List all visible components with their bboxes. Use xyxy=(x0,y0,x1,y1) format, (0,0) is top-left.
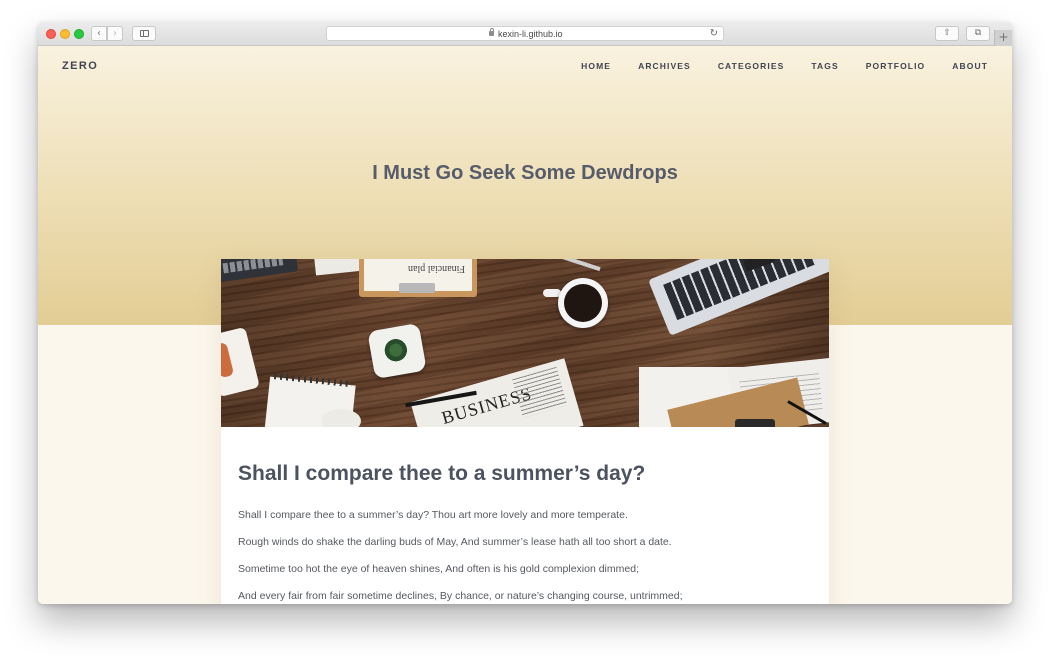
post-body: Shall I compare thee to a summer’s day? … xyxy=(238,461,812,602)
coffee-cup-image xyxy=(558,278,608,328)
nav-about[interactable]: ABOUT xyxy=(952,61,988,71)
back-button[interactable]: ‹ xyxy=(91,26,107,41)
paper-image xyxy=(314,259,364,276)
sidebar-toggle-button[interactable] xyxy=(132,26,156,41)
mug-image xyxy=(221,326,260,398)
post-cover-image: Financial plan BUSINESS xyxy=(221,259,829,427)
newspaper-image: BUSINESS xyxy=(410,358,584,427)
address-url: kexin-li.github.io xyxy=(498,29,563,39)
new-tab-button[interactable]: + xyxy=(994,30,1012,46)
laptop-right-image xyxy=(648,259,829,336)
forward-button[interactable]: › xyxy=(107,26,123,41)
show-tabs-button[interactable]: ⧉ xyxy=(966,26,990,41)
web-page: ZERO HOME ARCHIVES CATEGORIES TAGS PORTF… xyxy=(38,46,1012,604)
nav-tags[interactable]: TAGS xyxy=(811,61,838,71)
browser-toolbar: ‹ › kexin-li.github.io ↻ ⇧ ⧉ + xyxy=(38,22,1012,46)
nav-categories[interactable]: CATEGORIES xyxy=(718,61,785,71)
reload-button[interactable]: ↻ xyxy=(710,27,718,40)
newspaper-text: BUSINESS xyxy=(439,383,535,427)
pen-image xyxy=(561,259,601,272)
post-paragraph: Rough winds do shake the darling buds of… xyxy=(238,536,672,548)
close-window-button[interactable] xyxy=(46,29,56,39)
nav-portfolio[interactable]: PORTFOLIO xyxy=(866,61,925,71)
browser-window: ‹ › kexin-li.github.io ↻ ⇧ ⧉ + ZERO HOME… xyxy=(38,22,1012,604)
plant-pot-image xyxy=(367,322,427,380)
desktop-stage: ‹ › kexin-li.github.io ↻ ⇧ ⧉ + ZERO HOME… xyxy=(0,0,1050,656)
site-nav: HOME ARCHIVES CATEGORIES TAGS PORTFOLIO … xyxy=(554,61,988,71)
post-title: Shall I compare thee to a summer’s day? xyxy=(238,462,646,485)
post-paragraph: And every fair from fair sometime declin… xyxy=(238,590,683,602)
post-paragraph: Sometime too hot the eye of heaven shine… xyxy=(238,563,639,575)
page-title: I Must Go Seek Some Dewdrops xyxy=(372,162,678,184)
nav-archives[interactable]: ARCHIVES xyxy=(638,61,691,71)
site-brand-link[interactable]: ZERO xyxy=(62,60,98,72)
dish-image xyxy=(321,409,361,427)
post-paragraph: Shall I compare thee to a summer’s day? … xyxy=(238,509,628,521)
minimize-window-button[interactable] xyxy=(60,29,70,39)
post-card: Financial plan BUSINESS Shall I compare … xyxy=(221,259,829,604)
clipboard-text: Financial plan xyxy=(408,263,465,274)
lock-icon xyxy=(489,28,494,36)
phone-bottom-image xyxy=(735,419,775,427)
address-bar[interactable]: kexin-li.github.io ↻ xyxy=(326,26,724,41)
nav-home[interactable]: HOME xyxy=(581,61,611,71)
share-button[interactable]: ⇧ xyxy=(935,26,959,41)
clipboard-image: Financial plan xyxy=(359,259,477,297)
sidebar-icon xyxy=(140,30,149,37)
zoom-window-button[interactable] xyxy=(74,29,84,39)
laptop-left-image xyxy=(221,259,299,283)
clipboard-clamp xyxy=(399,283,435,293)
